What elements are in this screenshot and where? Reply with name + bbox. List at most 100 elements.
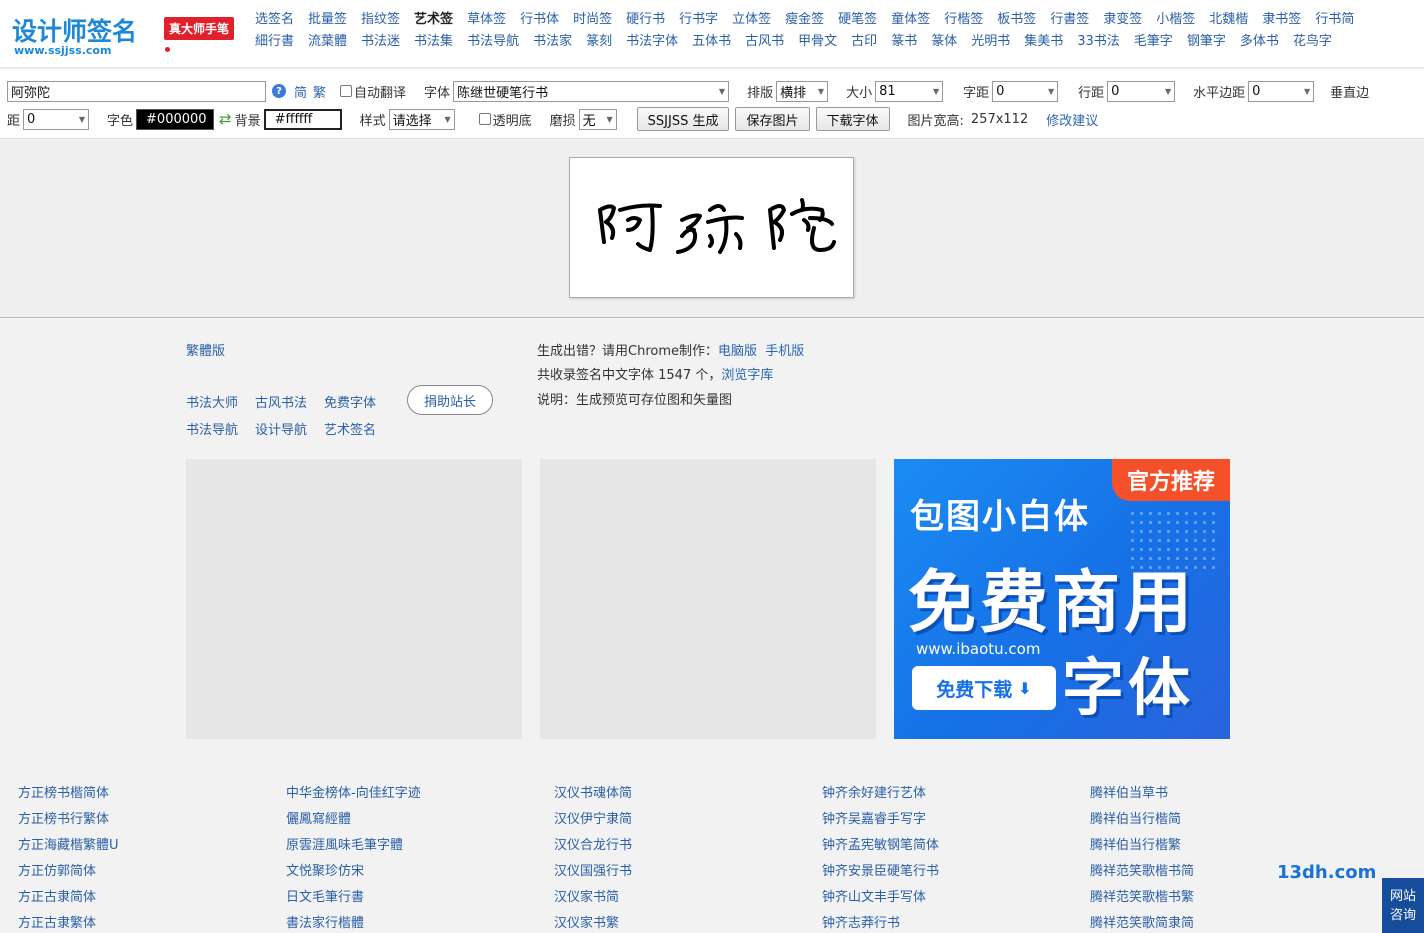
line-spacing-select[interactable]: 0 ▼ [1107,80,1176,102]
font-list-item[interactable]: 方正海藏楷繁體U [18,833,278,859]
info-link[interactable]: 书法导航 [186,419,238,438]
font-list-item[interactable]: 钟齐孟宪敏钢笔简体 [822,833,1082,859]
ad-download-button[interactable]: 免费下载 ⬇ [912,666,1056,710]
font-list-item[interactable]: 汉仪书魂体简 [554,781,814,807]
style-select[interactable]: 请选择 ▼ [388,108,455,130]
font-select[interactable]: 陈继世硬笔行书 ▼ [453,80,730,102]
font-list-item[interactable]: 方正古隶简体 [18,885,278,911]
font-list-item[interactable]: 汉仪合龙行书 [554,833,814,859]
nav-link[interactable]: 书法导航 [467,30,519,49]
font-list-item[interactable]: 方正仿郭简体 [18,859,278,885]
font-list-item[interactable]: 方正古隶繁体 [18,911,278,933]
size-select[interactable]: 81 ▼ [875,80,944,102]
nav-link[interactable]: 篆书 [891,30,917,49]
nav-link[interactable]: 隶变签 [1103,8,1142,27]
font-list-item[interactable]: 原雲涯風味毛筆字體 [286,833,546,859]
font-list-item[interactable]: 中华金榜体-向佳红字迹 [286,781,546,807]
wear-select[interactable]: 无 ▼ [578,108,617,130]
font-list-item[interactable]: 钟齐安景臣硬笔行书 [822,859,1082,885]
info-link[interactable]: 艺术签名 [324,419,376,438]
nav-link[interactable]: 行書签 [1050,8,1089,27]
transparent-checkbox[interactable] [478,113,491,125]
nav-link[interactable]: 小楷签 [1156,8,1195,27]
text-color-picker[interactable]: #000000 [136,108,215,130]
font-list-item[interactable]: 儷鳳寫經體 [286,807,546,833]
nav-link[interactable]: 流葉體 [308,30,347,49]
font-list-item[interactable]: 汉仪家书简 [554,885,814,911]
font-list-item[interactable]: 日文毛筆行書 [286,885,546,911]
nav-link[interactable]: 細行書 [255,30,294,49]
nav-link[interactable]: 硬笔签 [838,8,877,27]
nav-link[interactable]: 草体签 [467,8,506,27]
nav-link[interactable]: 板书签 [997,8,1036,27]
font-list-item[interactable]: 钟齐志莽行书 [822,911,1082,933]
font-list-item[interactable]: 钟齐余好建行艺体 [822,781,1082,807]
nav-link[interactable]: 篆体 [931,30,957,49]
font-list-item[interactable]: 钟齐吴嘉睿手写字 [822,807,1082,833]
nav-link[interactable]: 隶书签 [1262,8,1301,27]
layout-select[interactable]: 横排 ▼ [776,80,829,102]
nav-link[interactable]: 古风书 [745,30,784,49]
font-list-item[interactable]: 汉仪家书繁 [554,911,814,933]
info-link[interactable]: 免费字体 [324,392,376,411]
site-logo[interactable]: 设计师签名 真大师手笔 www.ssjjss.com [10,10,245,58]
font-list-item[interactable]: 腾祥范笑歌简隶简 [1090,911,1350,933]
nav-link[interactable]: 批量签 [308,8,347,27]
nav-link[interactable]: 花鸟字 [1293,30,1332,49]
ad-banner[interactable]: 官方推荐 包图小白体 免费商用 www.ibaotu.com 免费下载 ⬇ 字体 [894,459,1230,739]
ad-placeholder-middle[interactable] [540,459,876,739]
font-list-item[interactable]: 腾祥伯当行楷简 [1090,807,1350,833]
auto-translate-checkbox[interactable] [340,85,353,97]
font-list-item[interactable]: 腾祥伯当行楷繁 [1090,833,1350,859]
mobile-version-link[interactable]: 手机版 [765,344,804,359]
nav-link[interactable]: 33书法 [1077,30,1120,49]
font-list-item[interactable]: 文悦聚珍仿宋 [286,859,546,885]
font-list-item[interactable]: 方正榜书楷简体 [18,781,278,807]
nav-link[interactable]: 北魏楷 [1209,8,1248,27]
save-image-button[interactable]: 保存图片 [735,107,810,131]
info-link[interactable]: 古风书法 [255,392,307,411]
font-list-item[interactable]: 汉仪国强行书 [554,859,814,885]
nav-link[interactable]: 集美书 [1024,30,1063,49]
nav-link[interactable]: 童体签 [891,8,930,27]
nav-link[interactable]: 五体书 [692,30,731,49]
nav-link[interactable]: 钢筆字 [1187,30,1226,49]
nav-link[interactable]: 时尚签 [573,8,612,27]
font-list-item[interactable]: 書法家行楷體 [286,911,546,933]
font-list-item[interactable]: 方正榜书行繁体 [18,807,278,833]
generate-button[interactable]: SSJJSS 生成 [636,107,730,131]
nav-link[interactable]: 行书字 [679,8,718,27]
pc-version-link[interactable]: 电脑版 [718,344,757,359]
nav-link[interactable]: 行书体 [520,8,559,27]
nav-link[interactable]: 古印 [851,30,877,49]
info-link[interactable]: 设计导航 [255,419,307,438]
nav-link[interactable]: 书法字体 [626,30,678,49]
nav-link[interactable]: 光明书 [971,30,1010,49]
nav-link[interactable]: 书法迷 [361,30,400,49]
donate-button[interactable]: 捐助站长 [407,385,493,415]
char-spacing-select[interactable]: 0 ▼ [992,80,1059,102]
traditional-version-link[interactable]: 繁體版 [186,340,225,359]
nav-link[interactable]: 硬行书 [626,8,665,27]
nav-link[interactable]: 书法集 [414,30,453,49]
bg-color-picker[interactable]: #ffffff [263,108,342,130]
info-link[interactable]: 书法大师 [186,392,238,411]
side-brand[interactable]: 13dh.com [1277,862,1376,883]
text-input[interactable] [7,80,266,102]
font-list-item[interactable]: 钟齐山文丰手写体 [822,885,1082,911]
nav-link[interactable]: 行楷签 [944,8,983,27]
ad-placeholder-left[interactable] [186,459,522,739]
h-margin-select[interactable]: 0 ▼ [1248,80,1315,102]
help-icon[interactable]: ? [272,84,286,98]
nav-link[interactable]: 甲骨文 [798,30,837,49]
traditional-link[interactable]: 繁 [313,82,326,101]
nav-link[interactable]: 立体签 [732,8,771,27]
simplified-link[interactable]: 简 [294,82,307,101]
suggest-link[interactable]: 修改建议 [1046,110,1098,129]
consult-button[interactable]: 网站 咨询 [1382,878,1424,933]
download-font-button[interactable]: 下载字体 [815,107,890,131]
nav-link[interactable]: 艺术签 [414,8,453,27]
signature-preview[interactable] [569,157,854,298]
nav-link[interactable]: 毛筆字 [1134,30,1173,49]
nav-link[interactable]: 多体书 [1240,30,1279,49]
